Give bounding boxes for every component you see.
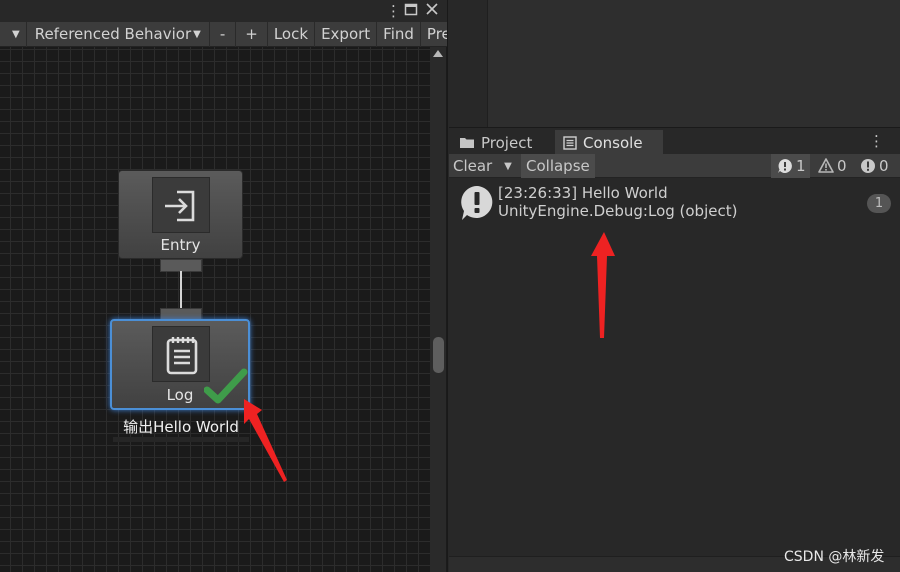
red-arrow-icon: [591, 232, 615, 338]
annotation-arrows: [244, 232, 615, 482]
red-arrow-icon: [244, 399, 287, 482]
watermark: CSDN @林新发: [784, 549, 885, 565]
